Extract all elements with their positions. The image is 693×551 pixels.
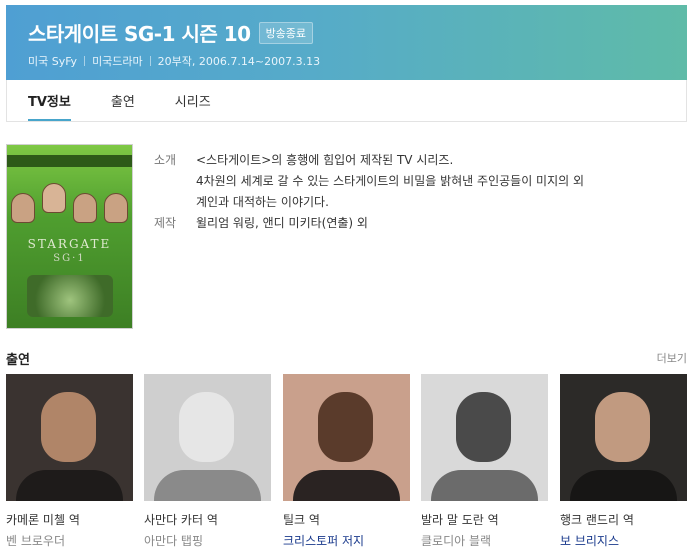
cast-section-title: 출연 — [6, 353, 30, 368]
actor-name[interactable]: 보 브리지스 — [560, 532, 687, 549]
cast-list: 카메론 미첼 역 벤 브로우더 사만다 카터 역 아만다 탭핑 틸크 역 크리스… — [6, 374, 687, 549]
actor-name[interactable]: 아만다 탭핑 — [144, 532, 271, 549]
poster-faces — [11, 183, 128, 235]
photo-body — [154, 470, 261, 501]
program-meta: 미국 SyFy 미국드라마 20부작, 2006.7.14~2007.3.13 — [28, 53, 320, 69]
program-info: 소개 <스타게이트>의 흥행에 힘입어 제작된 TV 시리즈. 4차원의 세계로… — [154, 150, 674, 234]
poster-title: STARGATE — [27, 237, 112, 251]
program-title: 스타게이트 SG-1 시즌 10 — [28, 22, 251, 46]
poster-face — [42, 183, 66, 213]
meta-divider — [149, 56, 151, 66]
cast-card[interactable]: 사만다 카터 역 아만다 탭핑 — [144, 374, 271, 549]
production-text: 윌리엄 워링, 앤디 미키타(연출) 외 — [196, 216, 368, 230]
meta-genre: 미국드라마 — [92, 55, 143, 68]
poster-artwork — [27, 275, 113, 317]
intro-line: 4차원의 세계로 갈 수 있는 스타게이트의 비밀을 밝혀낸 주인공들이 미지의… — [196, 174, 585, 188]
production-row: 제작 윌리엄 워링, 앤디 미키타(연출) 외 — [154, 213, 674, 234]
photo-body — [431, 470, 538, 501]
program-header: 스타게이트 SG-1 시즌 10 방송종료 미국 SyFy 미국드라마 20부작… — [6, 5, 687, 80]
photo-head — [41, 392, 96, 462]
meta-episodes: 20부작, 2006.7.14~2007.3.13 — [157, 55, 321, 68]
intro-row: 소개 <스타게이트>의 흥행에 힘입어 제작된 TV 시리즈. 4차원의 세계로… — [154, 150, 674, 213]
photo-body — [570, 470, 677, 501]
meta-divider — [84, 56, 86, 66]
tab-tv-info[interactable]: TV정보 — [28, 80, 71, 121]
photo-head — [456, 392, 511, 462]
actor-name[interactable]: 클로디아 블랙 — [421, 532, 548, 549]
cast-card[interactable]: 행크 랜드리 역 보 브리지스 — [560, 374, 687, 549]
poster-band — [7, 155, 132, 167]
cast-card[interactable]: 카메론 미첼 역 벤 브로우더 — [6, 374, 133, 549]
intro-line: <스타게이트>의 흥행에 힘입어 제작된 TV 시리즈. — [196, 153, 454, 167]
actor-photo[interactable] — [421, 374, 548, 501]
poster-subtitle: SG·1 — [53, 253, 86, 264]
role-name: 행크 랜드리 역 — [560, 513, 634, 527]
production-label: 제작 — [154, 216, 177, 230]
title-row: 스타게이트 SG-1 시즌 10 방송종료 — [28, 18, 314, 47]
intro-text: <스타게이트>의 흥행에 힘입어 제작된 TV 시리즈. 4차원의 세계로 갈 … — [196, 150, 584, 213]
photo-head — [318, 392, 373, 462]
meta-channel: 미국 SyFy — [28, 55, 78, 68]
actor-photo[interactable] — [560, 374, 687, 501]
tab-series[interactable]: 시리즈 — [175, 80, 211, 121]
actor-photo[interactable] — [6, 374, 133, 501]
more-link[interactable]: 더보기 — [657, 350, 687, 366]
cast-section-header: 출연 더보기 — [6, 349, 687, 368]
photo-body — [293, 470, 400, 501]
status-badge: 방송종료 — [258, 21, 314, 44]
poster-face — [73, 193, 97, 223]
intro-label: 소개 — [154, 153, 177, 167]
role-name: 사만다 카터 역 — [144, 513, 218, 527]
role-name: 카메론 미첼 역 — [6, 513, 80, 527]
poster-image[interactable]: STARGATE SG·1 — [6, 144, 133, 329]
photo-head — [595, 392, 650, 462]
cast-card[interactable]: 틸크 역 크리스토퍼 저지 — [283, 374, 410, 549]
tab-cast[interactable]: 출연 — [111, 80, 135, 121]
actor-name[interactable]: 벤 브로우더 — [6, 532, 133, 549]
poster-face — [104, 193, 128, 223]
poster-face — [11, 193, 35, 223]
cast-card[interactable]: 발라 말 도란 역 클로디아 블랙 — [421, 374, 548, 549]
tab-bar: TV정보 출연 시리즈 — [6, 80, 687, 122]
photo-body — [16, 470, 123, 501]
photo-head — [179, 392, 234, 462]
role-name: 틸크 역 — [283, 513, 320, 527]
actor-photo[interactable] — [283, 374, 410, 501]
actor-photo[interactable] — [144, 374, 271, 501]
role-name: 발라 말 도란 역 — [421, 513, 499, 527]
intro-line: 계인과 대적하는 이야기다. — [196, 195, 329, 209]
actor-name[interactable]: 크리스토퍼 저지 — [283, 532, 410, 549]
